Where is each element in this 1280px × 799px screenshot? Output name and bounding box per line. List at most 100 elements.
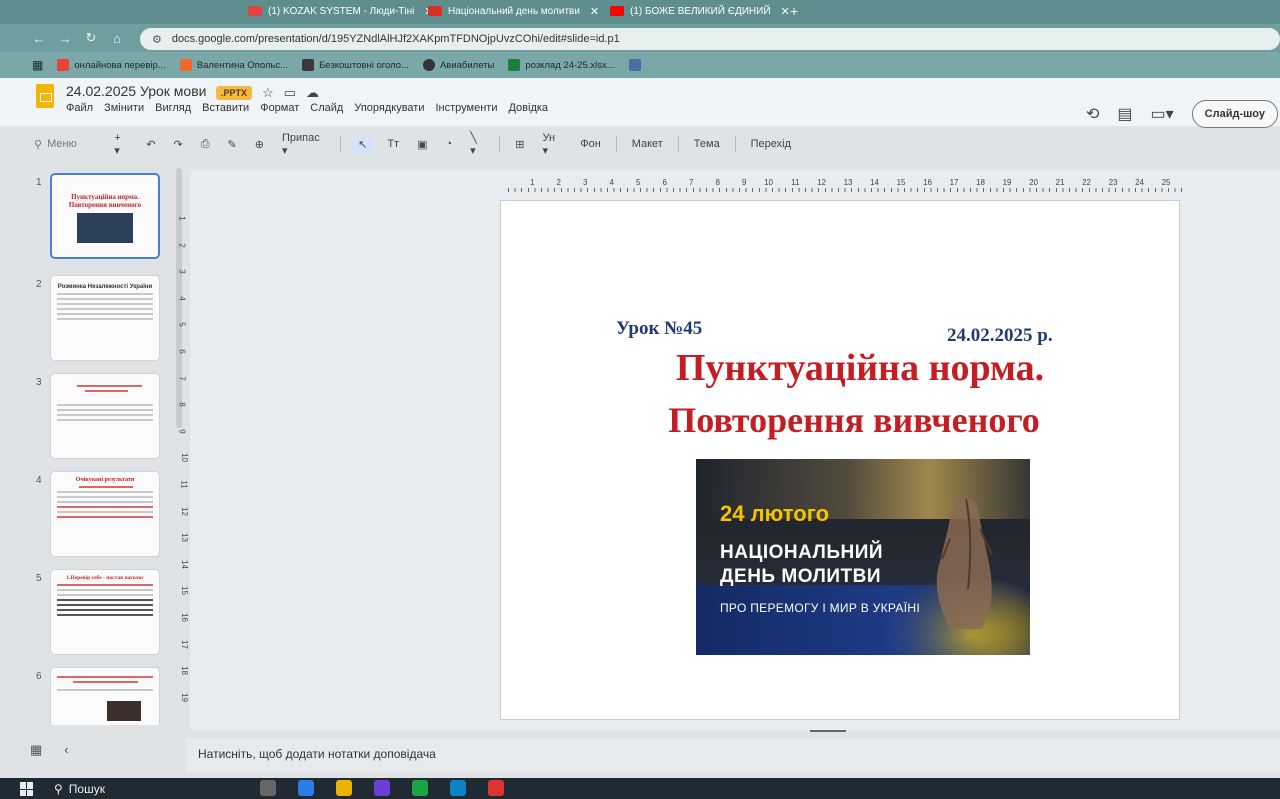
lesson-date[interactable]: 24.02.2025 р. bbox=[947, 325, 1053, 347]
bookmark-item[interactable]: Валентина Опольс... bbox=[179, 59, 289, 71]
slide-title-line-1[interactable]: Пунктуаційна норма. bbox=[501, 346, 1181, 390]
transition-button[interactable]: Перехід bbox=[748, 136, 794, 152]
thumbnail-card[interactable] bbox=[50, 373, 160, 459]
slideshow-button[interactable]: Слайд-шоу bbox=[1191, 100, 1278, 128]
document-title[interactable]: 24.02.2025 Урок мови bbox=[66, 83, 206, 99]
lesson-number[interactable]: Урок №45 bbox=[616, 318, 702, 340]
taskbar-search-input[interactable]: ⚲ Пошук bbox=[48, 780, 208, 798]
grid-view-icon[interactable]: ▦ bbox=[30, 742, 42, 758]
slide-title-line-2[interactable]: Повторення вивченого bbox=[501, 399, 1181, 441]
menu-search-input[interactable]: ⚲ Меню bbox=[34, 138, 99, 151]
undo-icon[interactable]: ↶ bbox=[143, 136, 158, 153]
browser-tab-3[interactable]: (1) БОЖЕ ВЕЛИКИЙ ЄДИНИЙ ✕ bbox=[602, 0, 798, 22]
browser-tab-2[interactable]: Національний день молитви ✕ bbox=[420, 0, 607, 22]
url-input[interactable]: ⚙ docs.google.com/presentation/d/195YZNd… bbox=[140, 28, 1280, 50]
ruler-number: 16 bbox=[179, 613, 189, 622]
os-taskbar: ⚲ Пошук bbox=[0, 778, 1280, 799]
tab-label: (1) БОЖЕ ВЕЛИКИЙ ЄДИНИЙ bbox=[630, 5, 771, 17]
sheets-icon bbox=[508, 59, 521, 71]
banner-heading: НАЦІОНАЛЬНИЙ ДЕНЬ МОЛИТВИ bbox=[720, 541, 883, 589]
collapse-filmstrip-icon[interactable]: ‹ bbox=[64, 742, 68, 758]
menu-file[interactable]: Файл bbox=[66, 102, 93, 114]
paint-format-icon[interactable]: ✎ bbox=[225, 136, 240, 153]
menu-help[interactable]: Довідка bbox=[508, 102, 548, 114]
slide-number: 2 bbox=[36, 279, 42, 290]
reload-icon[interactable]: ↻ bbox=[78, 30, 104, 46]
text-box-icon[interactable]: Tт bbox=[384, 136, 402, 152]
explorer-icon[interactable] bbox=[336, 780, 352, 796]
forward-icon[interactable]: → bbox=[52, 31, 78, 46]
browser-tab-1[interactable]: (1) KOZAK SYSTEM - Люди-Тіні ✕ bbox=[240, 0, 442, 22]
comment-add-icon[interactable]: ⊞ bbox=[512, 136, 527, 153]
windows-start-icon[interactable] bbox=[20, 782, 34, 796]
zoom-fit-dropdown[interactable]: Припас ▾ bbox=[279, 130, 328, 159]
tab-label: (1) KOZAK SYSTEM - Люди-Тіні bbox=[268, 5, 415, 17]
menu-tools[interactable]: Інструменти bbox=[435, 102, 497, 114]
thumbnail-image bbox=[77, 213, 133, 243]
bookmark-item[interactable]: Безкоштовні оголо... bbox=[302, 59, 409, 71]
print-icon[interactable]: ⎙ bbox=[198, 136, 213, 153]
menu-slide[interactable]: Слайд bbox=[310, 102, 343, 114]
browser-tabbar: (1) KOZAK SYSTEM - Люди-Тіні ✕ Національ… bbox=[0, 0, 1280, 24]
thumbnail-card[interactable]: Розминка Незалежності України bbox=[50, 275, 160, 361]
ruler-number: 19 bbox=[179, 692, 189, 702]
close-icon[interactable]: ✕ bbox=[781, 5, 790, 18]
task-view-icon[interactable] bbox=[260, 780, 276, 796]
app-icon[interactable] bbox=[450, 780, 466, 796]
thumbnail-card[interactable] bbox=[50, 667, 160, 725]
cloud-status-icon[interactable]: ☁ bbox=[306, 85, 319, 101]
layout-button[interactable]: Макет bbox=[629, 136, 666, 152]
chrome-icon[interactable] bbox=[412, 780, 428, 796]
back-icon[interactable]: ← bbox=[26, 31, 52, 46]
menu-arrange[interactable]: Упорядкувати bbox=[354, 102, 424, 114]
speaker-notes-placeholder[interactable]: Натисніть, щоб додати нотатки доповідача bbox=[198, 747, 436, 761]
line-icon[interactable]: ╲ ▾ bbox=[467, 129, 487, 159]
new-slide-icon[interactable]: + ▾ bbox=[111, 130, 131, 159]
bookmark-item[interactable]: Авиабилеты bbox=[422, 59, 494, 71]
zoom-icon[interactable]: ⊕ bbox=[252, 136, 267, 153]
speaker-notes[interactable]: Натисніть, щоб додати нотатки доповідача bbox=[186, 738, 1280, 772]
ruler-number: 5 bbox=[177, 322, 187, 328]
thumbnail-card[interactable]: Пунктуаційна норма. Повторення вивченого bbox=[50, 173, 160, 259]
comments-icon[interactable]: ▤ bbox=[1117, 104, 1132, 124]
thumbnail-card[interactable]: Очікувані результати bbox=[50, 471, 160, 557]
menu-edit[interactable]: Змінити bbox=[104, 102, 144, 114]
bookmark-item[interactable]: розклад 24-25.xlsx... bbox=[508, 59, 615, 71]
home-icon[interactable]: ⌂ bbox=[104, 31, 130, 46]
theme-button[interactable]: Тема bbox=[691, 136, 723, 152]
app-icon[interactable] bbox=[374, 780, 390, 796]
notes-resize-handle[interactable] bbox=[810, 730, 846, 732]
meet-video-icon[interactable]: ▭▾ bbox=[1151, 104, 1174, 124]
menu-insert[interactable]: Вставити bbox=[202, 102, 249, 114]
menu-format[interactable]: Формат bbox=[260, 102, 299, 114]
background-button[interactable]: Фон bbox=[577, 136, 604, 152]
select-icon[interactable]: ↖ bbox=[353, 135, 373, 153]
apps-grid-icon[interactable]: ▦ bbox=[32, 58, 43, 72]
bookmark-item[interactable] bbox=[628, 59, 641, 71]
bookmark-label: Безкоштовні оголо... bbox=[319, 59, 409, 71]
ruler-number: 18 bbox=[179, 666, 189, 676]
edge-icon[interactable] bbox=[298, 780, 314, 796]
bookmark-item[interactable]: онлайнова перевір... bbox=[57, 59, 166, 71]
slides-logo-icon[interactable] bbox=[36, 84, 54, 108]
image-icon[interactable]: ▣ bbox=[414, 136, 430, 153]
thumbnail-card[interactable]: 1.Перевір себе - постав паголос bbox=[50, 569, 160, 655]
app-icon[interactable] bbox=[488, 780, 504, 796]
history-icon[interactable]: ⟲ bbox=[1086, 104, 1099, 124]
site-info-icon[interactable]: ⚙ bbox=[152, 33, 162, 46]
ruler-number: 3 bbox=[177, 269, 187, 274]
divider bbox=[677, 136, 679, 152]
redo-icon[interactable]: ↷ bbox=[171, 136, 186, 153]
menu-view[interactable]: Вигляд bbox=[155, 102, 191, 114]
new-tab-button[interactable]: + bbox=[790, 3, 798, 19]
close-icon[interactable]: ✕ bbox=[590, 5, 599, 18]
slide-number: 1 bbox=[36, 177, 42, 188]
shape-icon[interactable]: ◔ bbox=[443, 136, 456, 152]
star-icon[interactable]: ☆ bbox=[262, 85, 274, 101]
prayer-day-banner-image[interactable]: 24 лютого НАЦІОНАЛЬНИЙ ДЕНЬ МОЛИТВИ ПРО … bbox=[696, 459, 1030, 655]
bookmark-label: Валентина Опольс... bbox=[196, 59, 289, 71]
move-folder-icon[interactable]: ▭ bbox=[284, 85, 296, 101]
input-tools-icon[interactable]: Ун ▾ bbox=[539, 130, 565, 159]
slide-canvas[interactable]: Урок №45 24.02.2025 р. Пунктуаційна норм… bbox=[500, 200, 1180, 720]
youtube-icon bbox=[248, 6, 262, 16]
